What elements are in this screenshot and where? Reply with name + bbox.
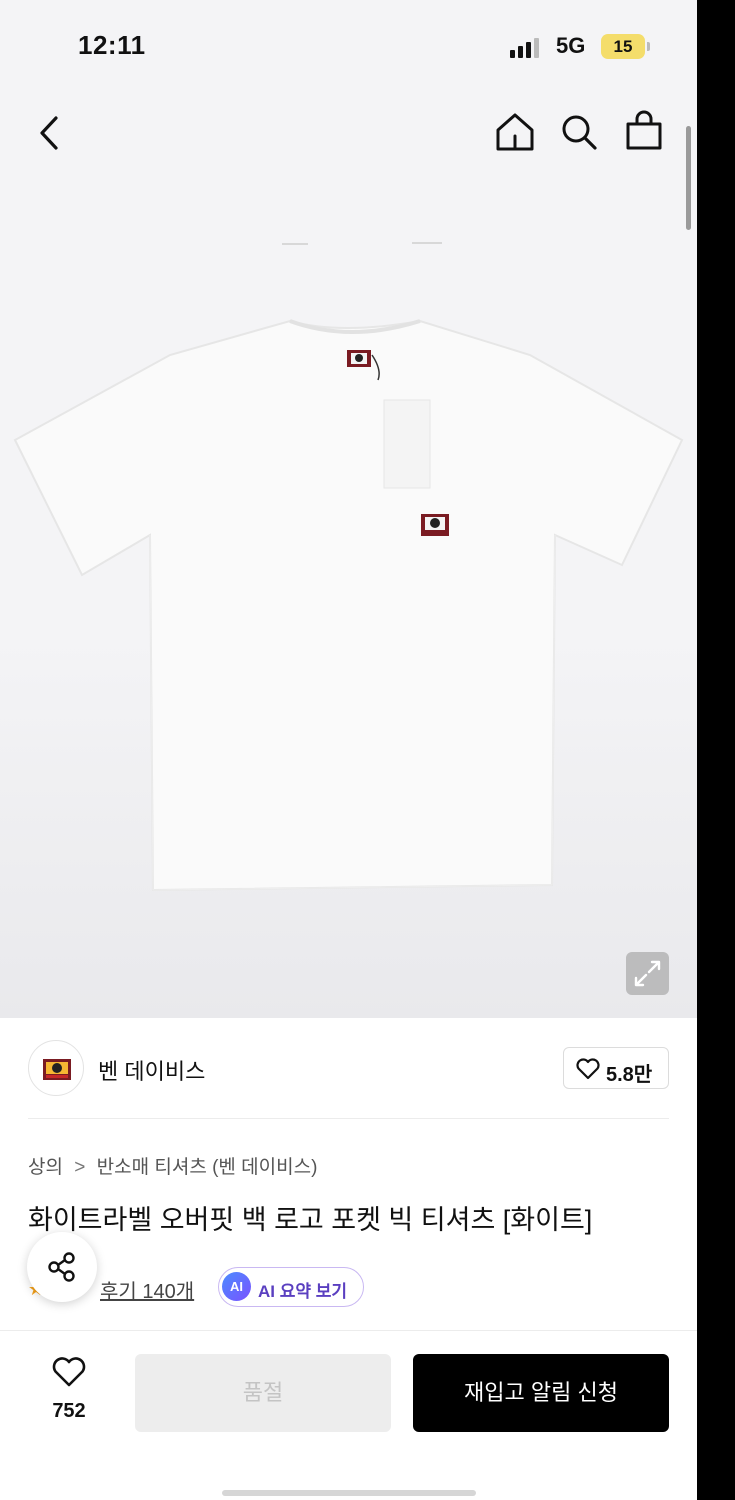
battery-icon: 15 [601, 34, 645, 59]
product-image-area[interactable]: 12:11 5G 15 [0, 0, 697, 1018]
cart-button[interactable] [624, 108, 664, 154]
shopping-bag-icon [626, 110, 662, 150]
battery-level: 15 [613, 37, 633, 56]
ai-summary-label: AI 요약 보기 [258, 1282, 348, 1301]
reviews-row: ★ 후기 140개 AI AI 요약 보기 [28, 1264, 668, 1308]
home-icon [496, 113, 534, 151]
brand-like-button[interactable]: 5.8만 [563, 1047, 669, 1089]
status-time: 12:11 [78, 30, 146, 60]
share-icon [48, 1252, 75, 1282]
home-indicator [222, 1490, 476, 1496]
breadcrumb-subcategory[interactable]: 반소매 티셔츠 (벤 데이비스) [97, 1157, 318, 1178]
expand-icon [634, 960, 661, 987]
signal-icon [510, 36, 544, 58]
scroll-indicator[interactable] [686, 126, 691, 230]
heart-icon [52, 1357, 86, 1387]
breadcrumb-separator: > [74, 1157, 86, 1178]
restock-alert-button[interactable]: 재입고 알림 신청 [413, 1354, 669, 1432]
bottom-bar-divider [0, 1330, 697, 1331]
back-button[interactable] [30, 110, 70, 156]
breadcrumb-category[interactable]: 상의 [28, 1157, 63, 1178]
tshirt-product-image [13, 242, 684, 892]
product-title: 화이트라벨 오버핏 백 로고 포켓 빅 티셔츠 [화이트] [28, 1205, 593, 1235]
chevron-left-icon [40, 116, 58, 150]
divider [28, 1118, 669, 1119]
phone-screen: 12:11 5G 15 벤 데이비스 5.8만 상의 > 반소매 티셔츠 (벤 … [0, 0, 697, 1500]
wishlist-button[interactable]: 752 [36, 1352, 102, 1430]
brand-like-count: 5.8만 [606, 1064, 653, 1086]
brand-logo[interactable] [28, 1040, 84, 1096]
battery-cap [647, 42, 650, 51]
soldout-button[interactable]: 품절 [135, 1354, 391, 1432]
heart-icon [576, 1058, 600, 1080]
brand-row[interactable]: 벤 데이비스 5.8만 [0, 1018, 697, 1118]
zoom-button[interactable] [626, 952, 669, 995]
search-icon [562, 115, 597, 150]
screen-edge [697, 0, 735, 1500]
ai-badge-icon: AI [222, 1272, 251, 1301]
share-button[interactable] [27, 1232, 97, 1302]
brand-logo-icon [43, 1059, 71, 1080]
review-count-link[interactable]: 후기 140개 [100, 1275, 194, 1304]
search-button[interactable] [558, 110, 600, 154]
brand-name[interactable]: 벤 데이비스 [98, 1054, 205, 1086]
home-button[interactable] [494, 110, 536, 154]
wishlist-count: 752 [52, 1400, 86, 1422]
network-type: 5G [556, 33, 586, 58]
ai-summary-button[interactable]: AI AI 요약 보기 [218, 1267, 364, 1307]
breadcrumb: 상의 > 반소매 티셔츠 (벤 데이비스) [28, 1152, 317, 1179]
